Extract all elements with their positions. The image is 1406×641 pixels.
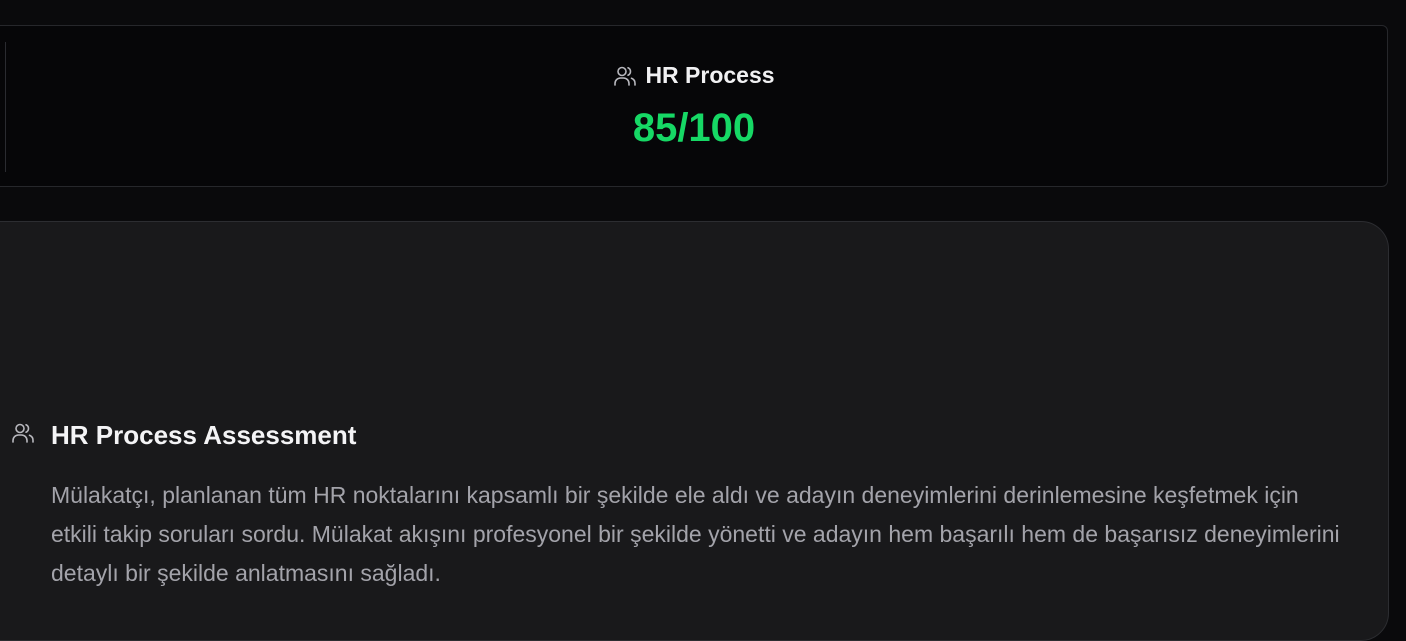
score-value: 85/100 xyxy=(632,106,756,150)
hr-process-score-card: HR Process 85/100 xyxy=(0,25,1388,187)
score-card-header: HR Process xyxy=(0,62,1389,89)
assessment-description: Mülakatçı, planlanan tüm HR noktalarını … xyxy=(51,482,1340,586)
assessment-header: HR Process Assessment xyxy=(11,420,356,451)
score-card-title: HR Process xyxy=(645,62,775,88)
users-icon xyxy=(11,422,35,449)
assessment-title: HR Process Assessment xyxy=(51,420,357,450)
assessment-panel: HR Process Assessment Mülakatçı, planlan… xyxy=(0,221,1389,641)
users-icon xyxy=(613,65,637,87)
